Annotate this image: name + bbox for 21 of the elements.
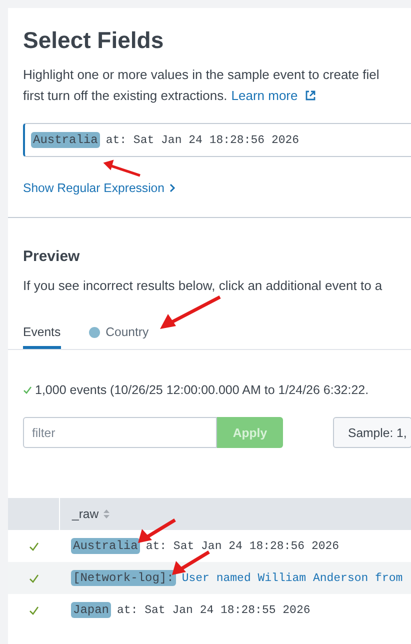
intro-text: first turn off the existing extractions. xyxy=(23,87,228,105)
show-regex-toggle[interactable]: Show Regular Expression xyxy=(23,181,176,195)
preview-description: If you see incorrect results below, click an additional event to a xyxy=(23,278,384,293)
event-count: 1,000 events (10/26/25 12:00:00.000 AM to 1/24/26 6:32:22. xyxy=(35,383,369,397)
tab[interactable]: Events xyxy=(23,325,61,349)
highlighted-value[interactable]: Australia xyxy=(31,132,100,148)
event-text: at: Sat Jan 24 18:28:55 2026 xyxy=(117,604,310,616)
tab[interactable]: Country xyxy=(88,325,149,349)
sample-event-field[interactable]: Australia at: Sat Jan 24 18:28:56 2026 xyxy=(23,123,411,157)
section-title: Preview xyxy=(23,248,81,265)
highlighted-value[interactable]: [Network-log]: xyxy=(71,570,176,586)
page-title: Select Fields xyxy=(23,27,165,54)
intro-text: Highlight one or more values in the sample event to create fiel xyxy=(23,66,380,84)
highlighted-value[interactable]: Japan xyxy=(71,602,112,618)
event-text: at: Sat Jan 24 18:28:56 2026 xyxy=(146,540,340,552)
highlighted-value[interactable]: Australia xyxy=(71,538,140,554)
column-header[interactable]: _raw xyxy=(72,507,99,521)
learn-more-link[interactable]: Learn more xyxy=(231,85,298,106)
event-text: at: Sat Jan 24 18:28:56 2026 xyxy=(106,134,300,146)
event-text: User named William Anderson from xyxy=(182,572,403,584)
sample-dropdown[interactable]: Sample: 1, xyxy=(333,417,411,448)
